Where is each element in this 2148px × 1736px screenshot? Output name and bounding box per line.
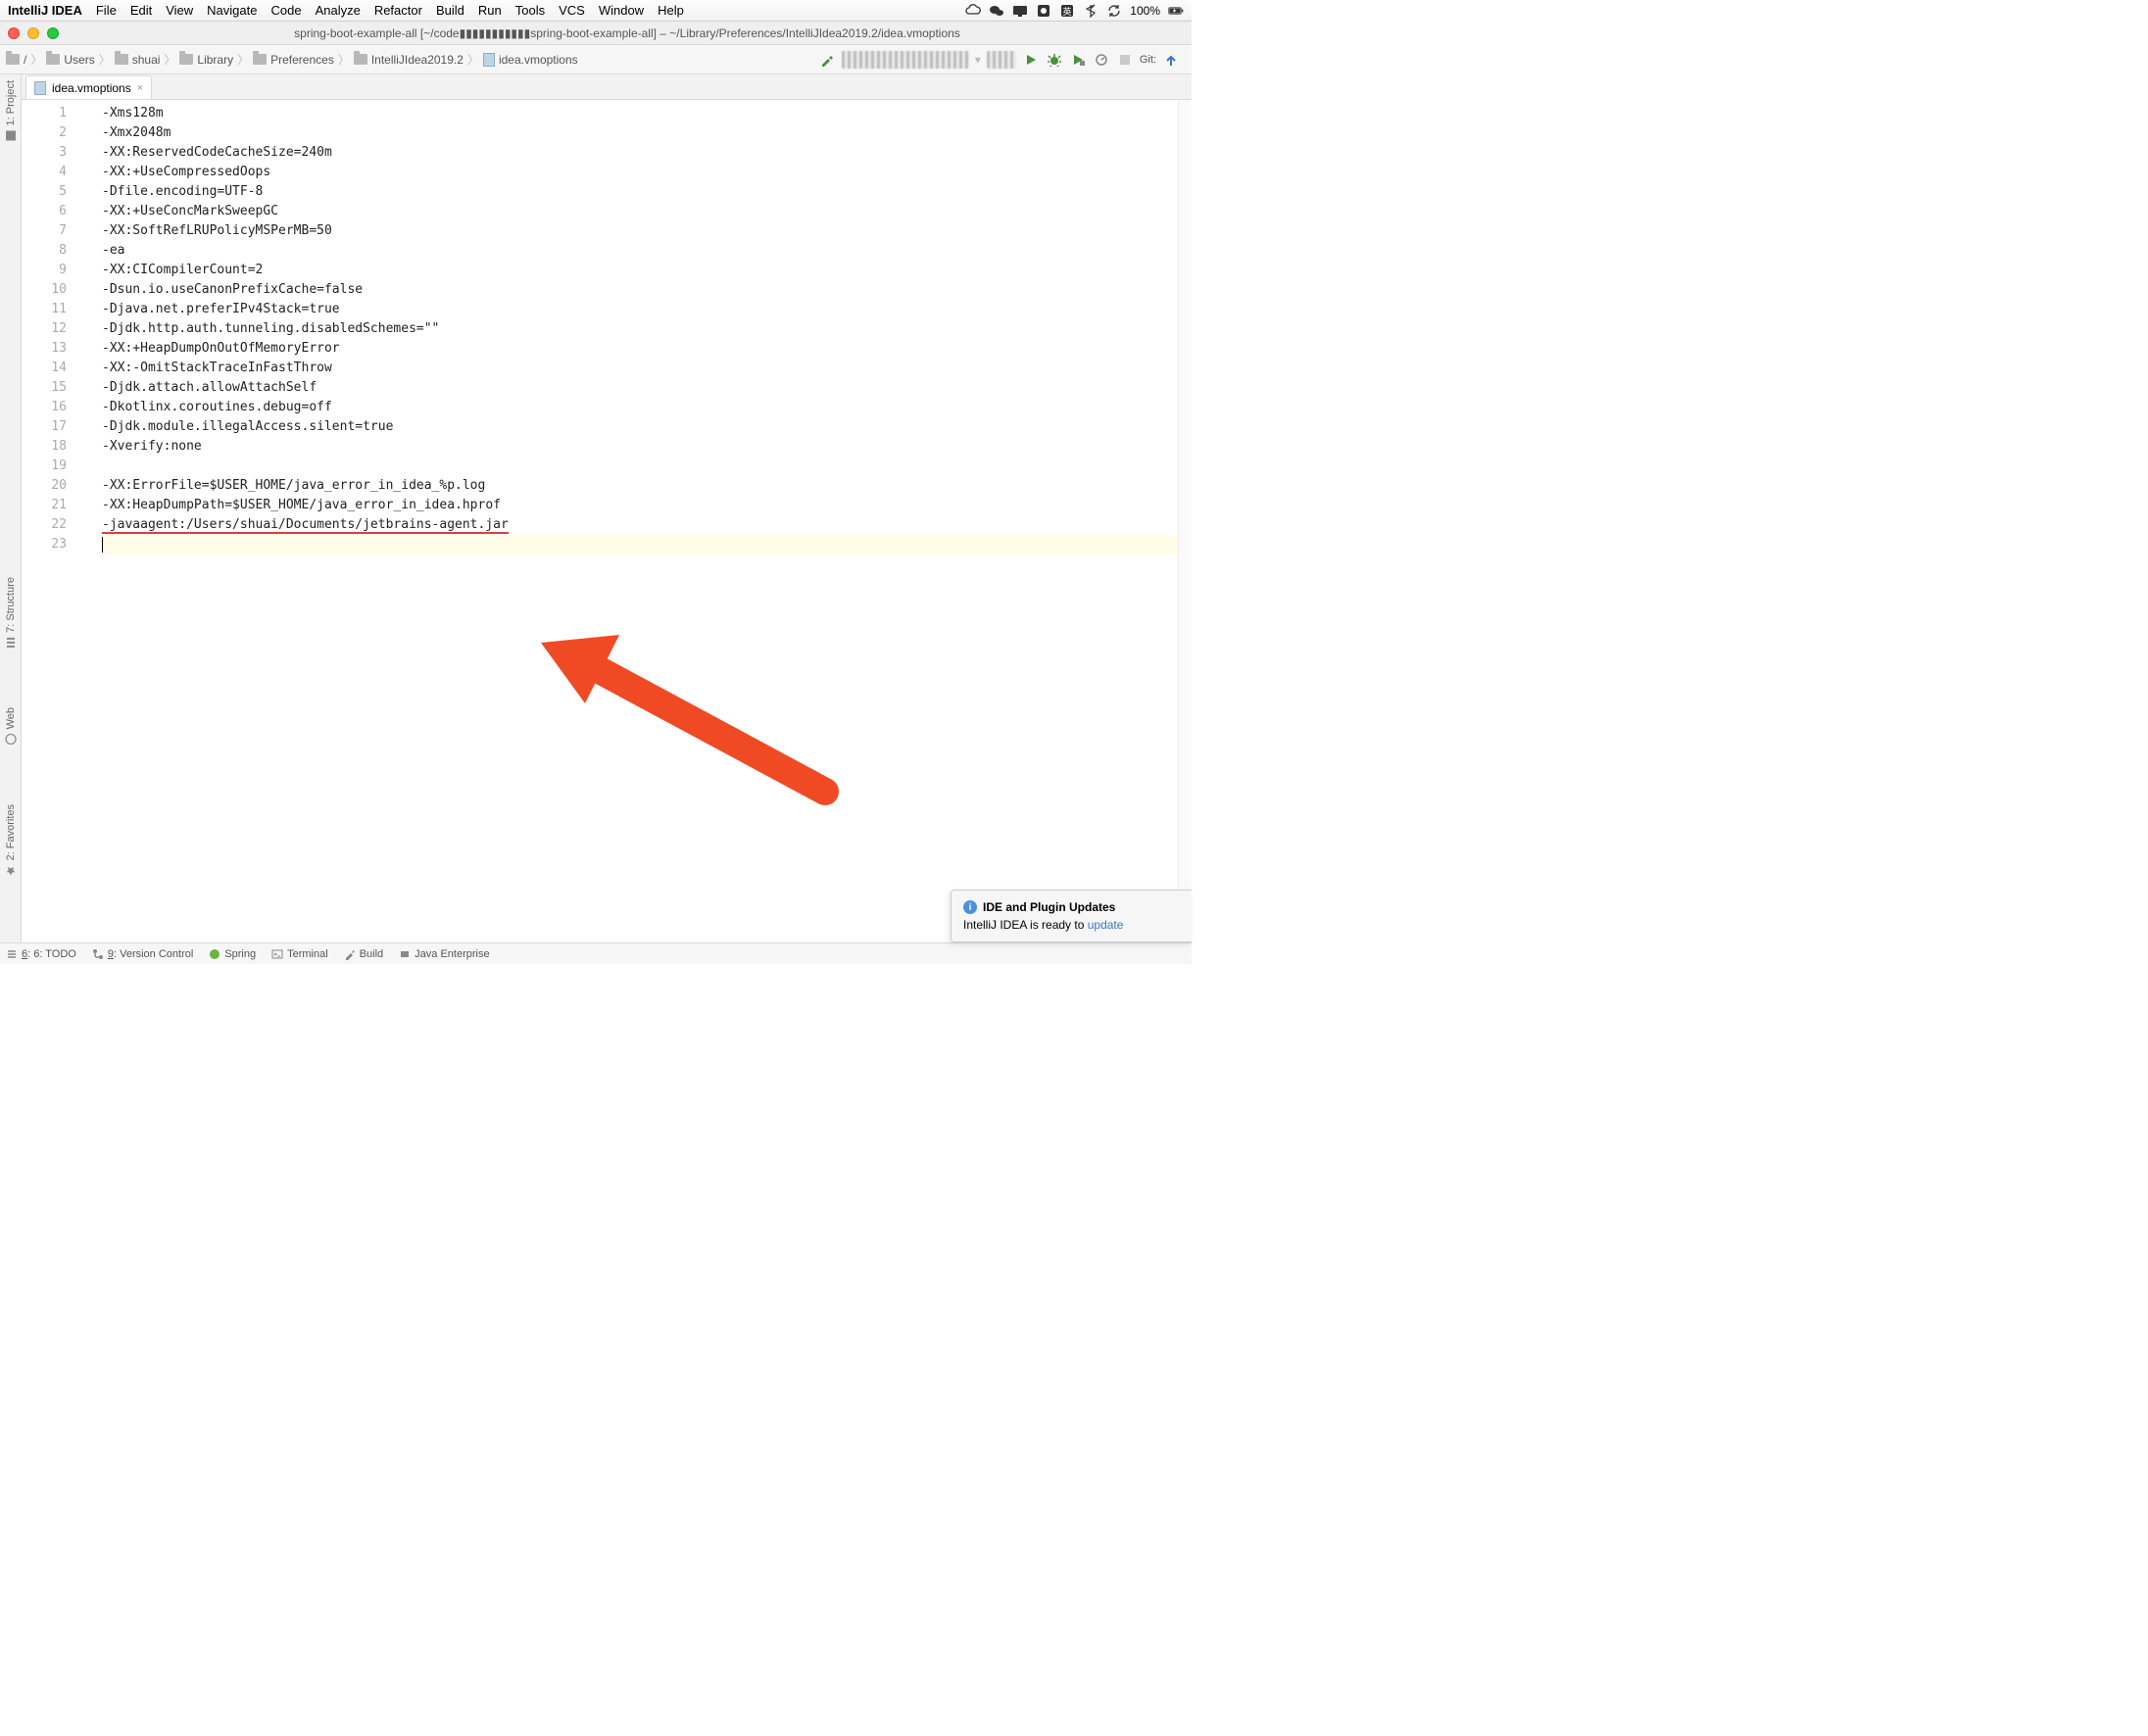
close-window-button[interactable] <box>8 27 20 39</box>
folder-icon <box>179 54 193 65</box>
folder-icon <box>115 54 128 65</box>
app-name[interactable]: IntelliJ IDEA <box>8 3 82 18</box>
code-content[interactable]: -Xms128m-Xmx2048m-XX:ReservedCodeCacheSi… <box>80 100 1178 942</box>
breadcrumb: /〉 Users〉 shuai〉 Library〉 Preferences〉 I… <box>6 51 812 68</box>
sync-icon[interactable] <box>1106 3 1122 19</box>
notification-popup[interactable]: i IDE and Plugin Updates IntelliJ IDEA i… <box>951 890 1192 942</box>
toolbar-actions: ▾ Git: <box>812 51 1186 69</box>
folder-icon <box>46 54 60 65</box>
maximize-window-button[interactable] <box>47 27 59 39</box>
build-hammer-icon[interactable] <box>818 51 836 69</box>
editor-area: idea.vmoptions × 12345678910111213141516… <box>22 74 1192 942</box>
menu-view[interactable]: View <box>166 3 193 18</box>
breadcrumb-file[interactable]: idea.vmoptions <box>483 53 578 67</box>
menu-run[interactable]: Run <box>478 3 502 18</box>
spring-tool-tab[interactable]: Spring <box>209 948 256 960</box>
terminal-tool-tab[interactable]: Terminal <box>271 948 328 960</box>
gutter: 1234567891011121314151617181920212223 <box>22 100 80 942</box>
battery-icon[interactable] <box>1168 3 1184 19</box>
web-tool-tab[interactable]: Web <box>5 707 17 745</box>
breadcrumb-item[interactable]: Users <box>46 53 94 67</box>
tab-label: idea.vmoptions <box>52 81 131 95</box>
breadcrumb-item[interactable]: Preferences <box>253 53 334 67</box>
menu-refactor[interactable]: Refactor <box>374 3 422 18</box>
breadcrumb-item[interactable]: shuai <box>115 53 161 67</box>
breadcrumb-item[interactable]: IntelliJIdea2019.2 <box>354 53 464 67</box>
todo-tool-tab[interactable]: 6: 6: TODO <box>6 948 76 960</box>
editor-tab-vmoptions[interactable]: idea.vmoptions × <box>25 75 152 99</box>
file-icon <box>34 81 46 95</box>
breadcrumb-root[interactable]: / <box>6 53 26 67</box>
cloud-icon[interactable] <box>965 3 981 19</box>
java-ee-tool-tab[interactable]: Java Enterprise <box>399 948 489 960</box>
git-label: Git: <box>1140 54 1156 66</box>
menu-edit[interactable]: Edit <box>130 3 152 18</box>
folder-icon <box>6 54 20 65</box>
info-icon: i <box>963 900 977 914</box>
menu-code[interactable]: Code <box>270 3 301 18</box>
file-icon <box>483 53 495 67</box>
profile-icon[interactable] <box>1093 51 1110 69</box>
close-tab-icon[interactable]: × <box>137 82 143 94</box>
left-tool-strip: 1: Project 7: Structure Web 2: Favorites <box>0 74 22 942</box>
run-config-selector[interactable] <box>842 51 969 69</box>
menu-analyze[interactable]: Analyze <box>316 3 361 18</box>
window-titlebar: spring-boot-example-all [~/code▮▮▮▮▮▮▮▮▮… <box>0 22 1192 45</box>
menu-file[interactable]: File <box>96 3 117 18</box>
notification-title: i IDE and Plugin Updates <box>963 900 1180 914</box>
app-tray-icon[interactable] <box>1036 3 1051 19</box>
menu-tools[interactable]: Tools <box>515 3 545 18</box>
main-toolbar: /〉 Users〉 shuai〉 Library〉 Preferences〉 I… <box>0 45 1192 74</box>
display-icon[interactable] <box>1012 3 1028 19</box>
menu-navigate[interactable]: Navigate <box>207 3 257 18</box>
minimize-window-button[interactable] <box>27 27 39 39</box>
menu-build[interactable]: Build <box>436 3 464 18</box>
svg-text:英: 英 <box>1063 6 1072 17</box>
traffic-lights <box>8 27 59 39</box>
window-title: spring-boot-example-all [~/code▮▮▮▮▮▮▮▮▮… <box>71 26 1184 40</box>
stop-icon[interactable] <box>1116 51 1134 69</box>
wechat-icon[interactable] <box>989 3 1004 19</box>
vcs-tool-tab[interactable]: 9: Version Control <box>92 948 193 960</box>
menu-help[interactable]: Help <box>658 3 684 18</box>
folder-icon <box>253 54 267 65</box>
project-tool-tab[interactable]: 1: Project <box>5 80 17 141</box>
debug-icon[interactable] <box>1046 51 1063 69</box>
code-editor[interactable]: 1234567891011121314151617181920212223 -X… <box>22 100 1192 942</box>
statusbar: 6: 6: TODO 9: Version Control Spring Ter… <box>0 942 1192 964</box>
coverage-icon[interactable] <box>1069 51 1087 69</box>
input-method-icon[interactable]: 英 <box>1059 3 1075 19</box>
editor-scrollbar[interactable] <box>1178 100 1192 942</box>
update-project-icon[interactable] <box>1162 51 1180 69</box>
bluetooth-icon[interactable] <box>1083 3 1098 19</box>
update-link[interactable]: update <box>1088 918 1124 932</box>
breadcrumb-item[interactable]: Library <box>179 53 233 67</box>
macos-menubar: IntelliJ IDEA File Edit View Navigate Co… <box>0 0 1192 22</box>
structure-tool-tab[interactable]: 7: Structure <box>5 577 17 649</box>
menu-window[interactable]: Window <box>599 3 644 18</box>
run-icon[interactable] <box>1022 51 1040 69</box>
folder-icon <box>354 54 367 65</box>
battery-percent: 100% <box>1130 4 1160 18</box>
build-tool-tab[interactable]: Build <box>344 948 383 960</box>
menu-vcs[interactable]: VCS <box>559 3 585 18</box>
workspace: 1: Project 7: Structure Web 2: Favorites… <box>0 74 1192 942</box>
run-config-redacted <box>987 51 1016 69</box>
notification-body: IntelliJ IDEA is ready to update <box>963 918 1180 932</box>
favorites-tool-tab[interactable]: 2: Favorites <box>5 804 17 876</box>
editor-tabs: idea.vmoptions × <box>22 74 1192 100</box>
